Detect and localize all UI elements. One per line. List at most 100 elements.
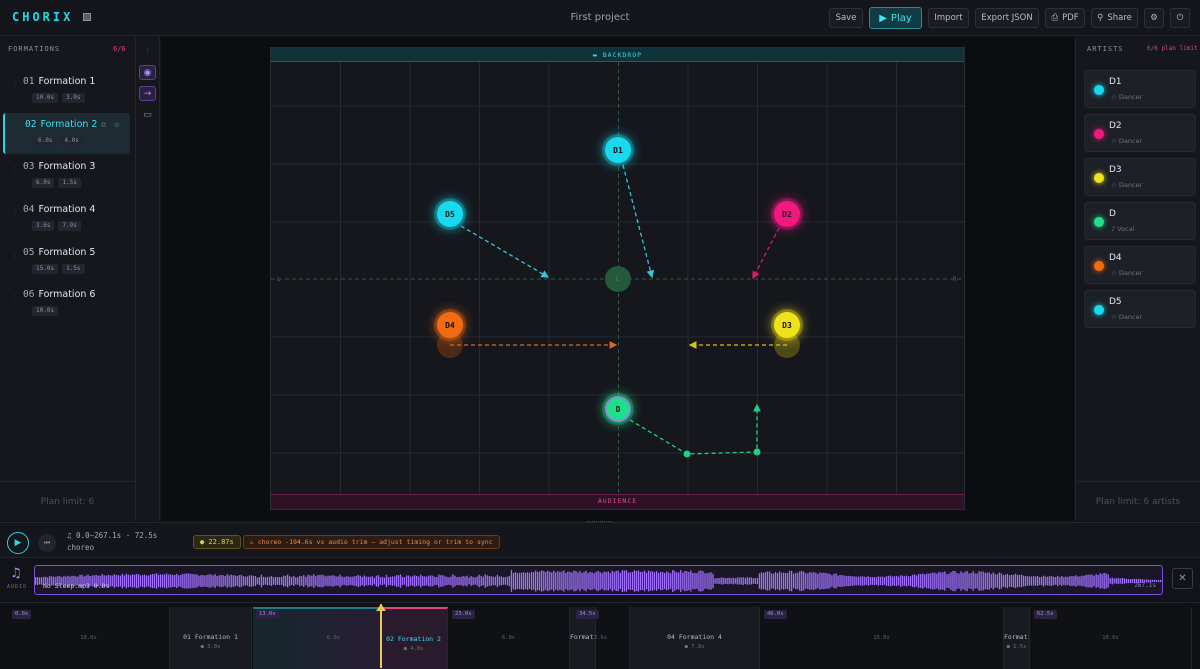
waveform-bar xyxy=(137,574,140,588)
waveform-bar xyxy=(410,576,412,586)
drag-handle-icon[interactable]: ⋮ xyxy=(139,43,156,58)
brand-square-icon xyxy=(83,13,91,21)
waveform-bar xyxy=(950,572,952,590)
playhead[interactable] xyxy=(380,604,382,668)
audio-end-time: 267.1s xyxy=(1134,582,1156,589)
drag-grip-icon[interactable]: ⋮ xyxy=(11,81,18,89)
artist-card-d2[interactable]: D2 ☆ Dancer xyxy=(1084,114,1196,152)
waveform-bar xyxy=(283,575,285,587)
waveform-bar xyxy=(508,575,511,587)
timeline-formation-segment[interactable]: Formation 5 ● 1.5s xyxy=(1004,607,1030,669)
waveform-bar xyxy=(819,572,821,590)
artist-color-dot[interactable] xyxy=(1094,85,1104,95)
transport-play-button[interactable]: ▶ xyxy=(7,532,29,554)
stage-grid: L R C xyxy=(271,48,964,509)
drag-grip-icon[interactable]: ⋮ xyxy=(11,209,18,217)
formation-item-05[interactable]: ⋮ 05 Formation 5 15.0s 1.5s xyxy=(3,241,130,282)
waveform-bar xyxy=(1014,573,1017,589)
comment-icon[interactable]: ▭ xyxy=(139,107,156,122)
timeline-transition-segment[interactable]: 23.0s 6.0s xyxy=(448,607,570,669)
waveform-bar xyxy=(504,577,506,585)
timeline-transition-segment[interactable]: 62.5s 10.0s xyxy=(1030,607,1192,669)
waveform-bar xyxy=(849,576,851,586)
drag-grip-icon[interactable]: ⋮ xyxy=(11,294,18,302)
save-button[interactable]: Save xyxy=(829,8,863,28)
timeline-formation-segment[interactable]: 02 Formation 2 ● 4.0s xyxy=(380,607,448,669)
rewind-button[interactable]: ⏮ xyxy=(38,534,56,552)
formations-title: FORMATIONS xyxy=(8,45,61,53)
waveform-bar xyxy=(456,577,458,585)
artist-card-d3[interactable]: D3 ☆ Dancer xyxy=(1084,158,1196,196)
waveform-bar xyxy=(129,575,132,587)
audio-waveform[interactable]: No Sleep.mp3 0.0s 267.1s xyxy=(34,565,1163,595)
stage-canvas[interactable]: L R C ▬ BACKDROP AUDIENCE D1 D2 D3 D4 D5… xyxy=(270,47,965,510)
waveform-bar xyxy=(1049,576,1051,586)
d5-path xyxy=(460,225,550,278)
waveform-bar xyxy=(486,575,488,587)
artist-card-d4[interactable]: D4 ☆ Dancer xyxy=(1084,246,1196,284)
formation-label: Formation 2 xyxy=(40,118,98,130)
formation-item-03[interactable]: ⋮ 03 Formation 3 6.0s 1.5s xyxy=(3,155,130,196)
dancer-d3[interactable]: D3 xyxy=(774,312,800,338)
waveform-bar xyxy=(696,573,698,589)
segment-start-chip: 46.0s xyxy=(764,610,787,619)
paths-arrow-icon[interactable]: → xyxy=(139,86,156,101)
waveform-bar xyxy=(123,575,125,587)
timeline-transition-segment[interactable]: 46.0s 15.0s xyxy=(760,607,1004,669)
dancer-d1[interactable]: D1 xyxy=(605,137,631,163)
export-json-button[interactable]: Export JSON xyxy=(975,8,1039,28)
waveform-bar xyxy=(262,576,265,586)
timeline-formation-segment[interactable]: 01 Formation 1 ● 3.0s xyxy=(170,607,252,669)
timeline-transition-segment[interactable]: 34.5s 3.6s xyxy=(572,607,630,669)
drag-grip-icon[interactable]: ⋮ xyxy=(11,166,18,174)
artist-card-d5[interactable]: D5 ☆ Dancer xyxy=(1084,290,1196,328)
artist-color-dot[interactable] xyxy=(1094,261,1104,271)
formation-item-04[interactable]: ⋮ 04 Formation 4 3.6s 7.9s xyxy=(3,198,130,239)
artist-color-dot[interactable] xyxy=(1094,129,1104,139)
audio-track: ♫ AUDIO No Sleep.mp3 0.0s 267.1s ✕ xyxy=(0,559,1200,601)
waveform-bar xyxy=(424,576,426,586)
waveform-bar xyxy=(845,576,847,586)
close-audio-button[interactable]: ✕ xyxy=(1172,568,1193,589)
artist-color-dot[interactable] xyxy=(1094,217,1104,227)
waveform-bar xyxy=(936,573,938,589)
playhead-handle[interactable] xyxy=(376,604,386,611)
pdf-button[interactable]: ⎙ PDF xyxy=(1045,8,1085,28)
waveform-bar xyxy=(617,570,619,592)
artist-card-d1[interactable]: D1 ☆ Dancer xyxy=(1084,70,1196,108)
d-waypoint-2[interactable] xyxy=(753,448,761,456)
track-label: choreo xyxy=(67,543,95,552)
artist-color-dot[interactable] xyxy=(1094,305,1104,315)
timeline-transition-segment[interactable]: 0.0s 10.0s xyxy=(8,607,170,669)
waveform-bar xyxy=(587,573,589,589)
share-button[interactable]: ⚲ Share xyxy=(1091,8,1138,28)
dancer-d[interactable]: D xyxy=(605,396,631,422)
formation-item-01[interactable]: ⋮ 01 Formation 1 10.0s 3.0s xyxy=(3,70,130,111)
drag-grip-icon[interactable]: ⋮ xyxy=(13,124,20,132)
dancer-d4[interactable]: D4 xyxy=(437,312,463,338)
drag-grip-icon[interactable]: ⋮ xyxy=(11,252,18,260)
import-button[interactable]: Import xyxy=(928,8,969,28)
formation-item-02[interactable]: ⋮ 02 Formation 2 6.0s 4.0s ⧉⊘ xyxy=(3,112,130,154)
waveform-bar xyxy=(577,572,579,590)
waveform-bar xyxy=(958,573,960,589)
timeline-formation-segment[interactable]: 04 Formation 4 ● 7.9s xyxy=(630,607,760,669)
waveform-bar xyxy=(180,575,182,588)
waveform-bar xyxy=(899,575,902,587)
formation-item-06[interactable]: ⋮ 06 Formation 6 10.0s xyxy=(3,283,130,324)
project-title[interactable]: First project xyxy=(540,12,660,23)
d-waypoint-1[interactable] xyxy=(683,450,691,458)
view-eye-icon[interactable]: ◉ xyxy=(139,65,156,80)
music-note-icon: ♫ xyxy=(10,566,22,581)
waveform-bar xyxy=(559,571,561,591)
duplicate-delete-icons[interactable]: ⧉⊘ xyxy=(101,121,128,130)
power-button[interactable]: ⏻ xyxy=(1170,8,1190,28)
play-button[interactable]: ▶ Play xyxy=(869,7,922,29)
artist-color-dot[interactable] xyxy=(1094,173,1104,183)
waveform-bar xyxy=(809,572,811,590)
dancer-d5[interactable]: D5 xyxy=(437,201,463,227)
dancer-d2[interactable]: D2 xyxy=(774,201,800,227)
settings-button[interactable]: ⚙ xyxy=(1144,8,1164,28)
artist-card-d[interactable]: D ♪ Vocal xyxy=(1084,202,1196,240)
waveform-bar xyxy=(964,571,966,591)
